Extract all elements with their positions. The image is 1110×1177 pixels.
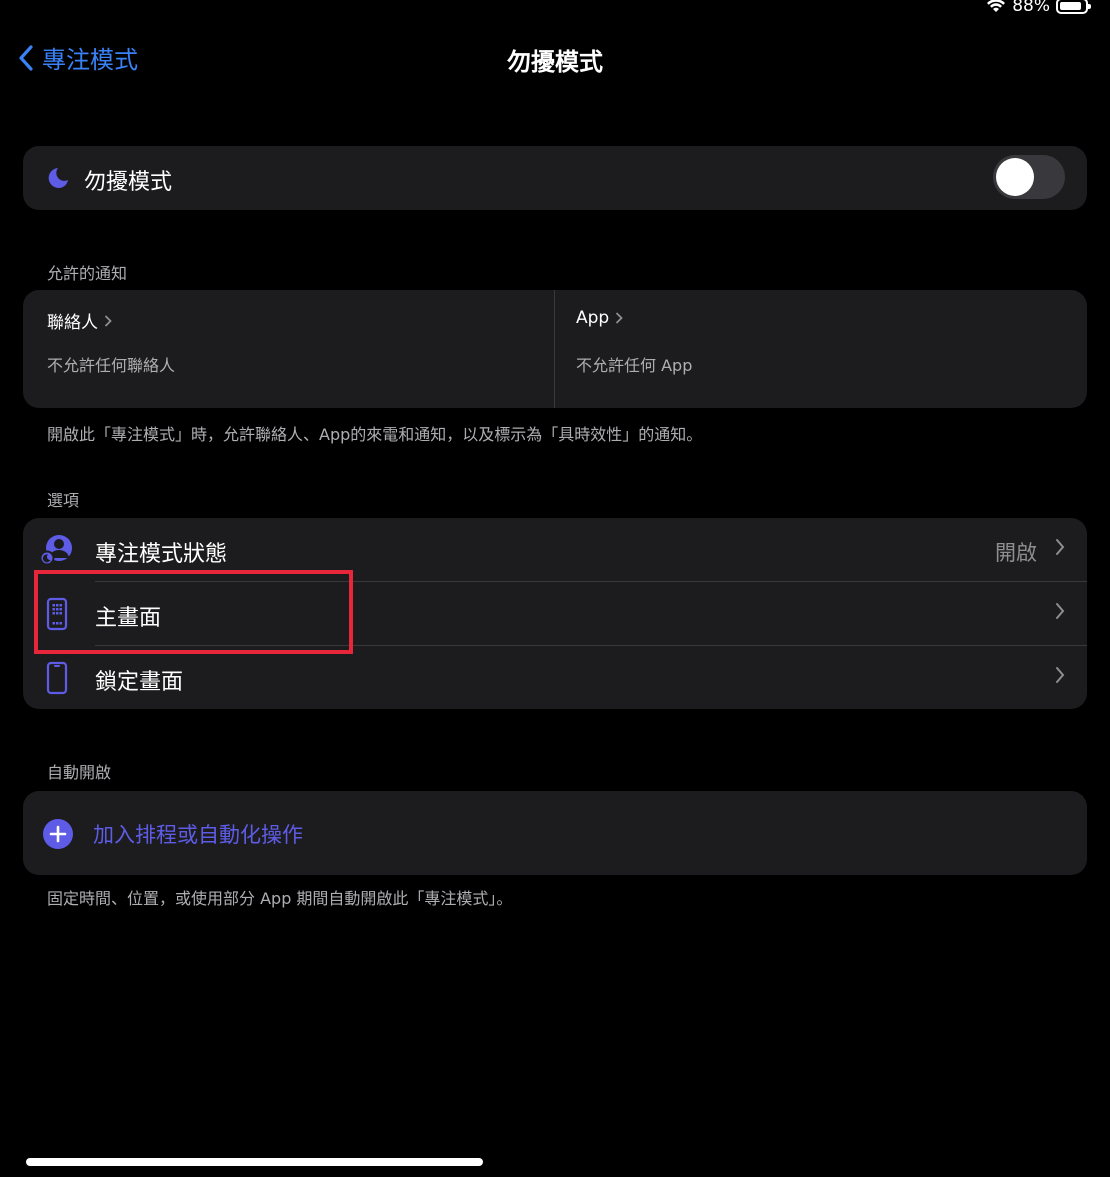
plus-circle-icon — [43, 819, 73, 849]
focus-status-icon — [39, 532, 75, 568]
wifi-icon — [987, 0, 1006, 12]
apps-title-row: App — [576, 308, 623, 328]
lock-screen-icon — [39, 660, 75, 696]
chevron-right-icon — [1056, 667, 1065, 683]
add-schedule-button[interactable]: 加入排程或自動化操作 — [23, 791, 1087, 875]
apps-cell[interactable]: App 不允許任何 App — [555, 290, 1087, 408]
battery-percent: 88% — [1012, 0, 1050, 16]
chevron-right-icon — [1056, 603, 1065, 619]
chevron-right-icon — [616, 312, 623, 324]
apps-title: App — [576, 308, 610, 328]
allowed-notifications-label: 允許的通知 — [47, 264, 128, 283]
toggle-knob — [996, 158, 1034, 196]
people-title-row: 聯絡人 — [47, 308, 112, 333]
moon-icon — [48, 168, 68, 188]
option-focus-status-label: 專注模式狀態 — [95, 542, 228, 567]
chevron-right-icon — [104, 314, 112, 327]
people-subtitle: 不允許任何聯絡人 — [47, 356, 176, 375]
add-schedule-label: 加入排程或自動化操作 — [93, 823, 303, 847]
allowed-notifications-footnote: 開啟此「專注模式」時，允許聯絡人、App的來電和通知，以及標示為「具時效性」的通… — [47, 425, 703, 444]
option-lock-screen-label: 鎖定畫面 — [95, 670, 184, 695]
auto-on-footnote: 固定時間、位置，或使用部分 App 期間自動開啟此「專注模式」。 — [47, 889, 513, 908]
options-label: 選項 — [47, 491, 80, 510]
focus-toggle-card: 勿擾模式 — [23, 146, 1087, 210]
battery-icon — [1056, 0, 1091, 14]
page-title: 勿擾模式 — [507, 48, 603, 76]
option-lock-screen[interactable]: 鎖定畫面 — [23, 646, 1087, 709]
people-title: 聯絡人 — [47, 313, 98, 333]
allowed-notifications-card: 聯絡人 不允許任何聯絡人 App 不允許任何 App — [23, 290, 1087, 408]
option-focus-status-value: 開啟 — [995, 541, 1037, 565]
status-bar: 88% — [986, 0, 1091, 16]
chevron-right-icon — [1056, 539, 1065, 555]
apps-subtitle: 不允許任何 App — [576, 356, 693, 375]
focus-toggle-label: 勿擾模式 — [84, 170, 173, 195]
people-cell[interactable]: 聯絡人 不允許任何聯絡人 — [23, 290, 554, 408]
auto-on-card: 加入排程或自動化操作 — [23, 791, 1087, 875]
focus-toggle-switch[interactable] — [993, 155, 1065, 199]
battery-fill — [1060, 2, 1082, 10]
highlight-annotation-box — [34, 570, 353, 654]
home-indicator[interactable] — [26, 1158, 483, 1166]
auto-on-label: 自動開啟 — [47, 763, 112, 782]
